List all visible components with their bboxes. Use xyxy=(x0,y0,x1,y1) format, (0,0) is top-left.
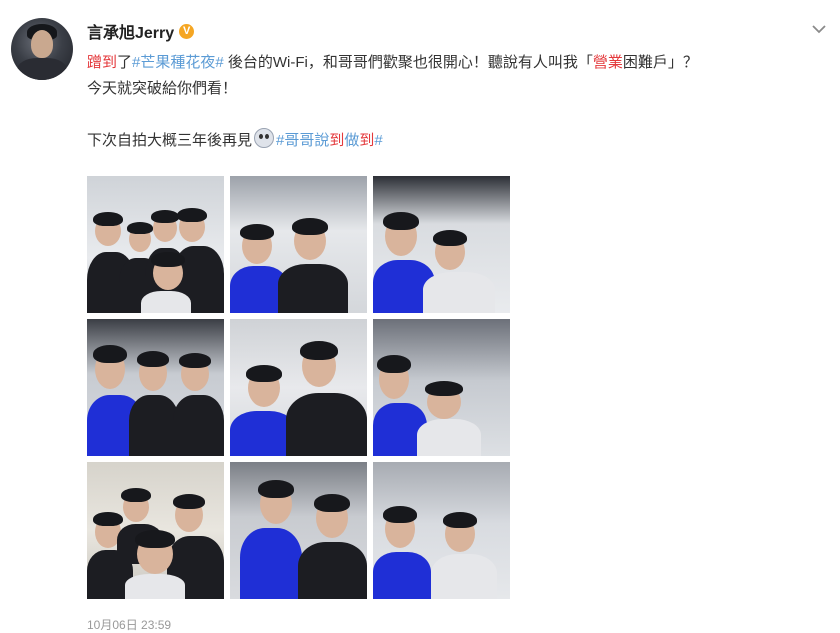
hashtag-link[interactable]: #哥哥說 xyxy=(276,132,329,149)
post-line-2: 今天就突破給你們看！ xyxy=(87,80,238,97)
post-text-segment: 困難戶」？ xyxy=(622,54,698,71)
highlight-text: 到 xyxy=(329,132,345,149)
photo-thumbnail[interactable] xyxy=(373,462,510,599)
scared-face-emoji-icon xyxy=(254,128,275,148)
highlight-text: 營業 xyxy=(592,54,623,71)
photo-thumbnail[interactable] xyxy=(87,462,224,599)
photo-thumbnail[interactable] xyxy=(230,319,367,456)
photo-grid xyxy=(87,176,510,599)
post-line-3: 下次自拍大概三年後再見 #哥哥說到做到# xyxy=(87,128,807,154)
post-text-segment: 了 xyxy=(117,54,133,71)
post-body: 蹭到了#芒果種花夜# 後台的Wi-Fi，和哥哥們歡聚也很開心！聽說有人叫我「營業… xyxy=(87,50,807,154)
photo-thumbnail[interactable] xyxy=(230,176,367,313)
highlight-text: 到 xyxy=(359,132,375,149)
hashtag-link[interactable]: # xyxy=(374,132,382,149)
user-header: 言承旭Jerry V xyxy=(87,19,195,43)
photo-thumbnail[interactable] xyxy=(373,176,510,313)
user-name[interactable]: 言承旭Jerry xyxy=(87,19,174,43)
photo-thumbnail[interactable] xyxy=(87,319,224,456)
highlight-text: 蹭到 xyxy=(87,54,118,71)
photo-thumbnail[interactable] xyxy=(87,176,224,313)
post-text-segment: 後台的Wi-Fi，和哥哥們歡聚也很開心！聽說有人叫我「 xyxy=(223,54,593,71)
post-line-1: 蹭到了#芒果種花夜# 後台的Wi-Fi，和哥哥們歡聚也很開心！聽說有人叫我「營業… xyxy=(87,50,807,76)
hashtag-link[interactable]: 做 xyxy=(344,132,359,149)
post-line-3-text: 下次自拍大概三年後再見 xyxy=(87,132,253,149)
photo-thumbnail[interactable] xyxy=(373,319,510,456)
verified-badge-icon: V xyxy=(179,23,195,39)
post-timestamp[interactable]: 10月06日 23:59 xyxy=(87,616,171,633)
hashtag-link[interactable]: #芒果種花夜# xyxy=(132,54,224,71)
photo-thumbnail[interactable] xyxy=(230,462,367,599)
chevron-down-icon[interactable] xyxy=(810,20,828,38)
avatar[interactable] xyxy=(11,18,73,80)
